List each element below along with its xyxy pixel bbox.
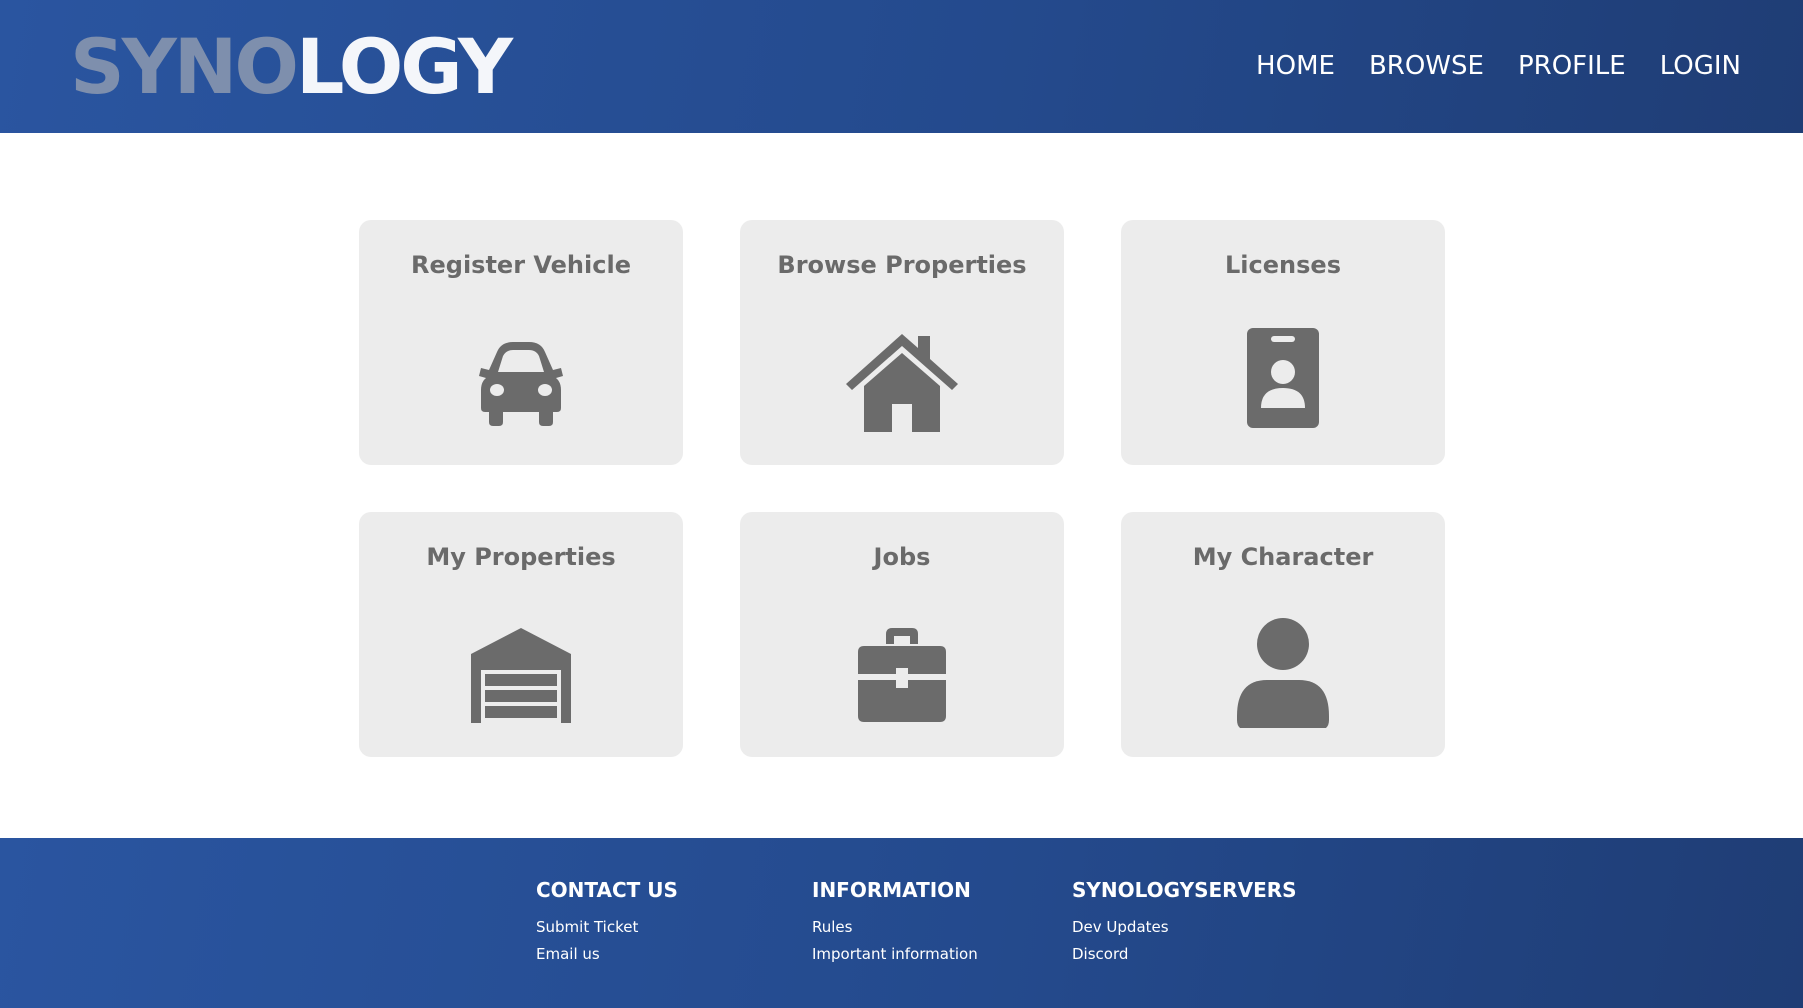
nav-profile-link[interactable]: PROFILE [1518, 48, 1626, 84]
user-icon [1223, 608, 1343, 728]
footer-heading: SYNOLOGYSERVERS [1072, 878, 1297, 902]
important-information-link[interactable]: Important information [812, 941, 978, 968]
main-nav: HOME BROWSE PROFILE LOGIN [1256, 48, 1741, 84]
nav-browse-link[interactable]: BROWSE [1369, 48, 1484, 84]
site-header: SYNOLOGY HOME BROWSE PROFILE LOGIN [0, 0, 1803, 133]
house-icon [842, 316, 962, 436]
jobs-card[interactable]: Jobs [740, 512, 1064, 757]
licenses-card[interactable]: Licenses [1121, 220, 1445, 465]
email-us-link[interactable]: Email us [536, 941, 678, 968]
footer-heading: INFORMATION [812, 878, 971, 902]
footer-contact-column: CONTACT US Submit Ticket Email us [536, 876, 678, 968]
card-title: Browse Properties [777, 251, 1027, 279]
dev-updates-link[interactable]: Dev Updates [1072, 914, 1297, 941]
dashboard-grid: Register Vehicle Browse Properties Licen… [359, 220, 1445, 757]
card-title: Jobs [873, 543, 931, 571]
briefcase-icon [842, 608, 962, 728]
nav-login-link[interactable]: LOGIN [1660, 48, 1741, 84]
logo-text-bright: LOGY [295, 22, 513, 111]
my-character-card[interactable]: My Character [1121, 512, 1445, 757]
discord-link[interactable]: Discord [1072, 941, 1297, 968]
card-title: My Character [1192, 543, 1374, 571]
car-icon [461, 316, 581, 436]
logo-text-dim: SYNO [70, 22, 299, 111]
site-logo[interactable]: SYNOLOGY [70, 22, 513, 111]
card-title: Licenses [1225, 251, 1341, 279]
footer-information-column: INFORMATION Rules Important information [812, 876, 978, 968]
footer-heading: CONTACT US [536, 878, 678, 902]
garage-icon [461, 608, 581, 728]
register-vehicle-card[interactable]: Register Vehicle [359, 220, 683, 465]
my-properties-card[interactable]: My Properties [359, 512, 683, 757]
browse-properties-card[interactable]: Browse Properties [740, 220, 1064, 465]
submit-ticket-link[interactable]: Submit Ticket [536, 914, 678, 941]
card-title: My Properties [426, 543, 616, 571]
site-footer: CONTACT US Submit Ticket Email us INFORM… [0, 838, 1803, 1008]
rules-link[interactable]: Rules [812, 914, 978, 941]
id-badge-icon [1223, 316, 1343, 436]
nav-home-link[interactable]: HOME [1256, 48, 1335, 84]
card-title: Register Vehicle [411, 251, 631, 279]
footer-servers-column: SYNOLOGYSERVERS Dev Updates Discord [1072, 876, 1297, 968]
